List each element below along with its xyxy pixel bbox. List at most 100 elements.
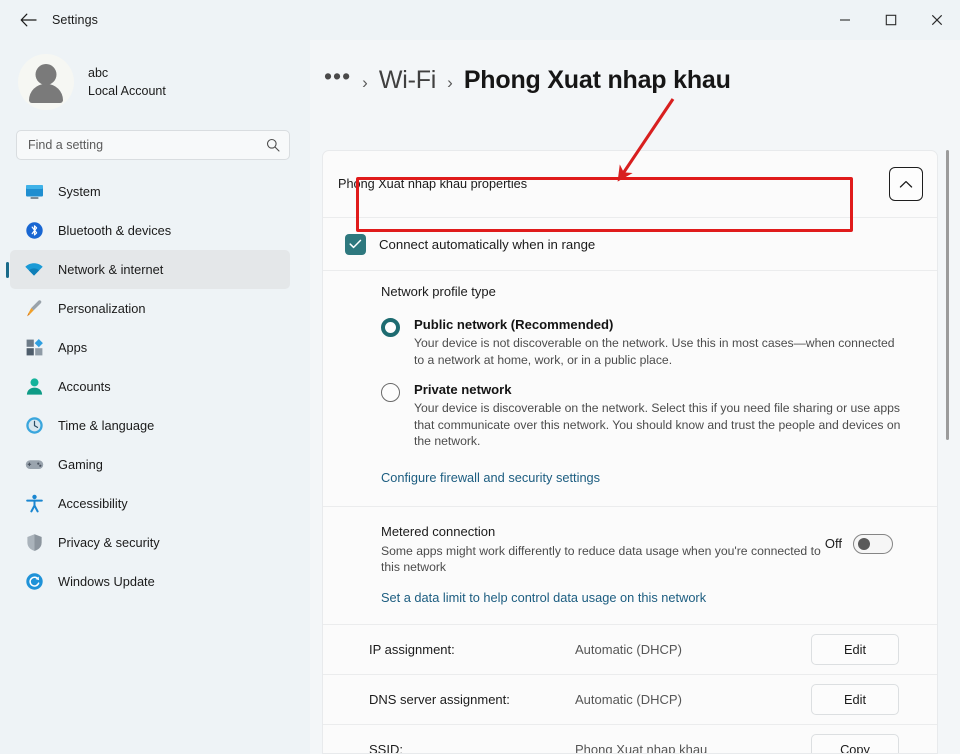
sidebar-item-label: Accessibility (58, 496, 128, 511)
public-network-radio[interactable] (381, 318, 400, 337)
properties-card-header: Phong Xuat nhap khau properties (323, 151, 937, 217)
sidebar-item-label: Windows Update (58, 574, 155, 589)
paintbrush-icon (24, 299, 44, 319)
apps-icon (24, 338, 44, 358)
metered-connection-toggle[interactable] (853, 534, 893, 554)
edit-ip-assignment-button[interactable]: Edit (811, 634, 899, 665)
window-body: abc Local Account (0, 40, 960, 754)
properties-card-title: Phong Xuat nhap khau properties (338, 177, 889, 191)
row-value: Automatic (DHCP) (575, 692, 811, 707)
sidebar-item-label: Time & language (58, 418, 154, 433)
scrollbar-thumb[interactable] (946, 150, 949, 440)
public-network-title: Public network (Recommended) (414, 316, 904, 333)
gamepad-icon (24, 455, 44, 475)
breadcrumb-separator: › (362, 73, 368, 93)
spacer (323, 607, 937, 624)
breadcrumb-parent-link[interactable]: Wi-Fi (379, 66, 436, 95)
search-box[interactable] (16, 130, 290, 160)
metered-toggle-state-label: Off (825, 536, 842, 551)
private-network-title: Private network (414, 381, 904, 398)
account-icon (24, 377, 44, 397)
minimize-icon (839, 14, 851, 26)
sidebar-item-personalization[interactable]: Personalization (10, 289, 290, 328)
sidebar-item-label: Personalization (58, 301, 146, 316)
accessibility-icon (24, 494, 44, 514)
metered-connection-title: Metered connection (381, 523, 825, 541)
maximize-icon (885, 14, 897, 26)
sidebar-item-label: Network & internet (58, 262, 163, 277)
row-label: SSID: (369, 742, 575, 754)
page-title: Phong Xuat nhap khau (464, 66, 731, 95)
content-scrollbar[interactable] (946, 150, 949, 750)
chevron-up-icon (899, 180, 913, 189)
sidebar-item-label: Accounts (58, 379, 111, 394)
row-label: IP assignment: (369, 642, 575, 657)
sidebar-item-privacy-security[interactable]: Privacy & security (10, 523, 290, 562)
private-network-description: Your device is discoverable on the netwo… (414, 400, 904, 450)
row-value: Automatic (DHCP) (575, 642, 811, 657)
metered-connection-section: Metered connection Some apps might work … (323, 507, 937, 576)
breadcrumb: ••• › Wi-Fi › Phong Xuat nhap khau (310, 40, 960, 108)
checkmark-icon (349, 239, 362, 249)
table-row: IP assignment: Automatic (DHCP) Edit (323, 625, 937, 674)
account-profile[interactable]: abc Local Account (0, 40, 310, 124)
settings-window: Settings ab (0, 0, 960, 754)
sidebar-item-label: Gaming (58, 457, 103, 472)
breadcrumb-separator: › (447, 73, 453, 93)
radio-option-private-network[interactable]: Private network Your device is discovera… (381, 381, 937, 450)
sidebar-item-gaming[interactable]: Gaming (10, 445, 290, 484)
sidebar-item-bluetooth-devices[interactable]: Bluetooth & devices (10, 211, 290, 250)
search-input[interactable] (28, 138, 266, 152)
copy-ssid-button[interactable]: Copy (811, 734, 899, 754)
sidebar-item-apps[interactable]: Apps (10, 328, 290, 367)
table-row: SSID: Phong Xuat nhap khau Copy (323, 725, 937, 754)
radio-option-public-network[interactable]: Public network (Recommended) Your device… (381, 316, 937, 368)
sidebar-item-accessibility[interactable]: Accessibility (10, 484, 290, 523)
clock-icon (24, 416, 44, 436)
account-type: Local Account (88, 82, 166, 100)
sidebar-item-label: System (58, 184, 101, 199)
maximize-button[interactable] (868, 0, 914, 40)
avatar-head-icon (36, 64, 57, 85)
avatar (18, 54, 74, 110)
update-icon (24, 572, 44, 592)
sidebar-nav: System Bluetooth & devices (0, 172, 310, 601)
connect-automatically-row[interactable]: Connect automatically when in range (323, 218, 937, 270)
close-button[interactable] (914, 0, 960, 40)
sidebar-item-windows-update[interactable]: Windows Update (10, 562, 290, 601)
table-row: DNS server assignment: Automatic (DHCP) … (323, 675, 937, 724)
properties-card: Phong Xuat nhap khau properties Con (322, 150, 938, 754)
row-label: DNS server assignment: (369, 692, 575, 707)
spacer (323, 487, 937, 506)
sidebar-item-label: Privacy & security (58, 535, 160, 550)
minimize-button[interactable] (822, 0, 868, 40)
system-icon (24, 182, 44, 202)
breadcrumb-overflow-button[interactable]: ••• (324, 67, 351, 85)
connect-automatically-label: Connect automatically when in range (379, 237, 595, 252)
avatar-body-icon (29, 84, 63, 103)
set-data-limit-link[interactable]: Set a data limit to help control data us… (381, 590, 706, 605)
bluetooth-icon (24, 221, 44, 241)
account-name: abc (88, 65, 166, 82)
toggle-knob (858, 538, 870, 550)
private-network-radio[interactable] (381, 383, 400, 402)
wifi-icon (24, 260, 44, 280)
sidebar-item-accounts[interactable]: Accounts (10, 367, 290, 406)
configure-firewall-link[interactable]: Configure firewall and security settings (381, 470, 600, 485)
sidebar-item-time-language[interactable]: Time & language (10, 406, 290, 445)
sidebar-item-network-internet[interactable]: Network & internet (10, 250, 290, 289)
close-icon (931, 14, 943, 26)
sidebar-item-system[interactable]: System (10, 172, 290, 211)
search-icon (266, 138, 280, 152)
public-network-description: Your device is not discoverable on the n… (414, 335, 904, 368)
shield-icon (24, 533, 44, 553)
content-pane: ••• › Wi-Fi › Phong Xuat nhap khau Phong… (310, 40, 960, 754)
network-profile-type-heading: Network profile type (323, 271, 937, 299)
window-titlebar: Settings (0, 0, 960, 40)
connect-automatically-checkbox[interactable] (345, 234, 366, 255)
back-button[interactable] (10, 5, 46, 35)
sidebar: abc Local Account (0, 40, 310, 754)
collapse-toggle-button[interactable] (889, 167, 923, 201)
edit-dns-assignment-button[interactable]: Edit (811, 684, 899, 715)
row-value: Phong Xuat nhap khau (575, 742, 811, 754)
